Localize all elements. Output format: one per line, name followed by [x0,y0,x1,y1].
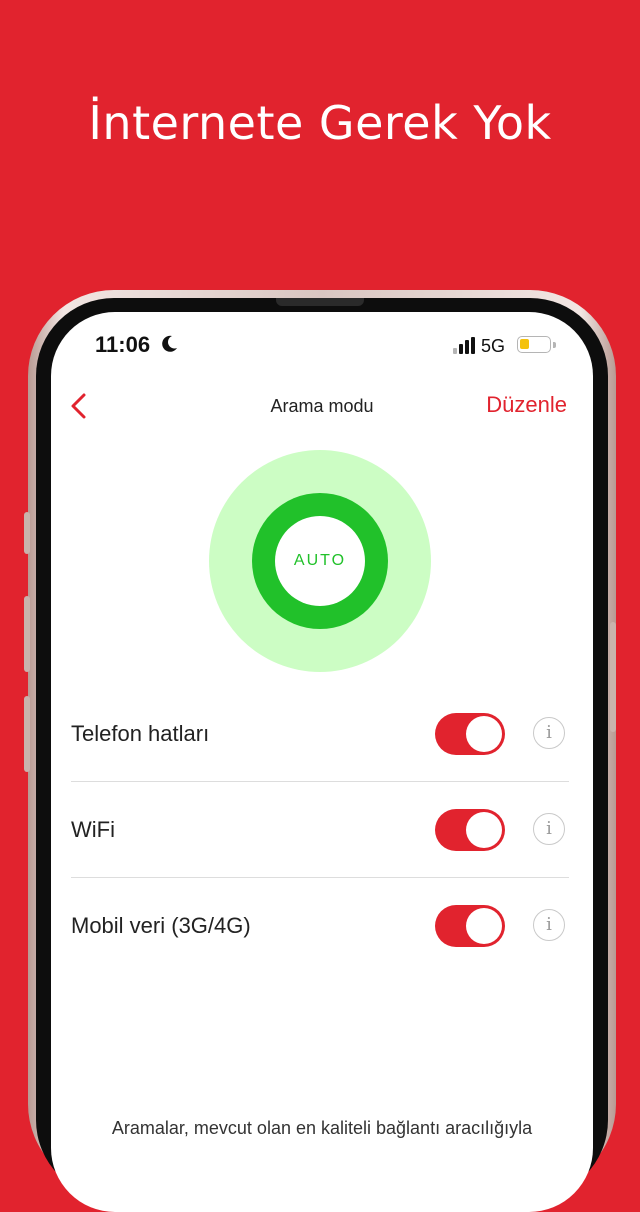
edit-button[interactable]: Düzenle [486,392,567,418]
phone-volume-up-button [24,596,30,672]
auto-mode-button[interactable]: AUTO [275,516,365,606]
phone-volume-down-button [24,696,30,772]
setting-label: WiFi [71,817,115,842]
battery-tip [553,342,556,348]
battery-icon [517,336,551,353]
phone-side-button [24,512,30,554]
info-icon[interactable]: i [533,717,565,749]
status-time: 11:06 [95,332,151,357]
setting-row-mobile-data: Mobil veri (3G/4G) i [71,878,569,974]
phone-screen: 11:06 5G Arama modu Düzenle AUTO Telefon… [51,312,593,1212]
description-text: Aramalar, mevcut olan en kaliteli bağlan… [111,1118,533,1138]
phone-power-button [610,622,616,732]
setting-label: Mobil veri (3G/4G) [71,913,251,938]
wifi-toggle[interactable] [435,809,505,851]
signal-icon [453,336,477,354]
promo-headline: İnternete Gerek Yok [88,96,552,150]
toggle-knob [466,716,502,752]
setting-label: Telefon hatları [71,721,210,746]
network-type: 5G [481,336,506,356]
info-icon[interactable]: i [533,813,565,845]
mobile-data-toggle[interactable] [435,905,505,947]
toggle-knob [466,812,502,848]
phone-speaker-grille [276,298,364,306]
setting-row-wifi: WiFi i [71,782,569,878]
toggle-knob [466,908,502,944]
phone-lines-toggle[interactable] [435,713,505,755]
info-icon[interactable]: i [533,909,565,941]
setting-row-phone-lines: Telefon hatları i [71,686,569,782]
moon-icon [162,335,177,352]
